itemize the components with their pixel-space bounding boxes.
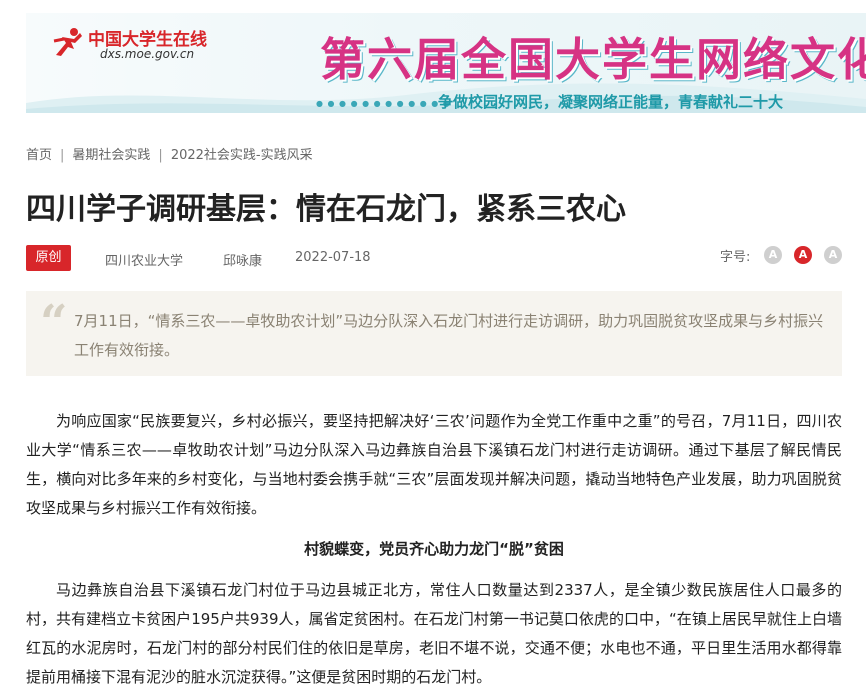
article-author: 邱咏康 bbox=[223, 254, 263, 269]
font-size-label: 字号: bbox=[720, 250, 751, 265]
breadcrumb-separator: | bbox=[158, 148, 163, 163]
breadcrumb-home[interactable]: 首页 bbox=[26, 148, 52, 163]
font-size-small-button[interactable]: A bbox=[764, 246, 782, 264]
runner-logo-icon bbox=[53, 28, 82, 56]
article-meta: 原创 四川农业大学 邱咏康 2022-07-18 字号: A A A bbox=[26, 245, 842, 271]
font-size-medium-button[interactable]: A bbox=[794, 246, 812, 264]
article-title: 四川学子调研基层：情在石龙门，紧系三农心 bbox=[26, 192, 626, 227]
banner-dots-decoration: ● ● ● ● ● ● ● ● ● ● ● ● bbox=[316, 99, 451, 108]
banner-headline: 第六届全国大学生网络文化 bbox=[320, 33, 866, 86]
quote-icon: “ bbox=[40, 295, 68, 351]
summary-text: 7月11日，“情系三农——卓牧助农计划”马边分队深入石龙门村进行走访调研，助力巩… bbox=[74, 312, 824, 359]
header-banner[interactable]: 中国大学生在线 dxs.moe.gov.cn 第六届全国大学生网络文化 ● ● … bbox=[26, 13, 866, 113]
article-source: 四川农业大学 bbox=[105, 254, 184, 269]
site-logo[interactable]: 中国大学生在线 dxs.moe.gov.cn bbox=[52, 21, 232, 71]
article-paragraph: 为响应国家“民族要复兴，乡村必振兴，要坚持把解决好‘三农’问题作为全党工作重中之… bbox=[26, 412, 842, 517]
breadcrumb-summer-practice[interactable]: 暑期社会实践 bbox=[72, 148, 150, 163]
article-subheading: 村貌蝶变，党员齐心助力龙门“脱”贫困 bbox=[304, 540, 564, 558]
article-summary: “ 7月11日，“情系三农——卓牧助农计划”马边分队深入石龙门村进行走访调研，助… bbox=[26, 291, 842, 376]
logo-url: dxs.moe.gov.cn bbox=[100, 47, 195, 61]
article-body: 为响应国家“民族要复兴，乡村必振兴，要坚持把解决好‘三农’问题作为全党工作重中之… bbox=[26, 407, 842, 692]
article-paragraph: 马边彝族自治县下溪镇石龙门村位于马边县城正北方，常住人口数量达到2337人，是全… bbox=[26, 581, 842, 686]
banner-slogan: 争做校园好网民，凝聚网络正能量，青春献礼二十大 bbox=[438, 93, 784, 111]
font-size-large-button[interactable]: A bbox=[824, 246, 842, 264]
original-badge: 原创 bbox=[26, 245, 71, 271]
breadcrumb-practice-showcase[interactable]: 2022社会实践-实践风采 bbox=[171, 148, 313, 163]
breadcrumb-separator: | bbox=[60, 148, 65, 163]
breadcrumb: 首页 | 暑期社会实践 | 2022社会实践-实践风采 bbox=[26, 144, 313, 163]
article-date: 2022-07-18 bbox=[295, 250, 371, 265]
